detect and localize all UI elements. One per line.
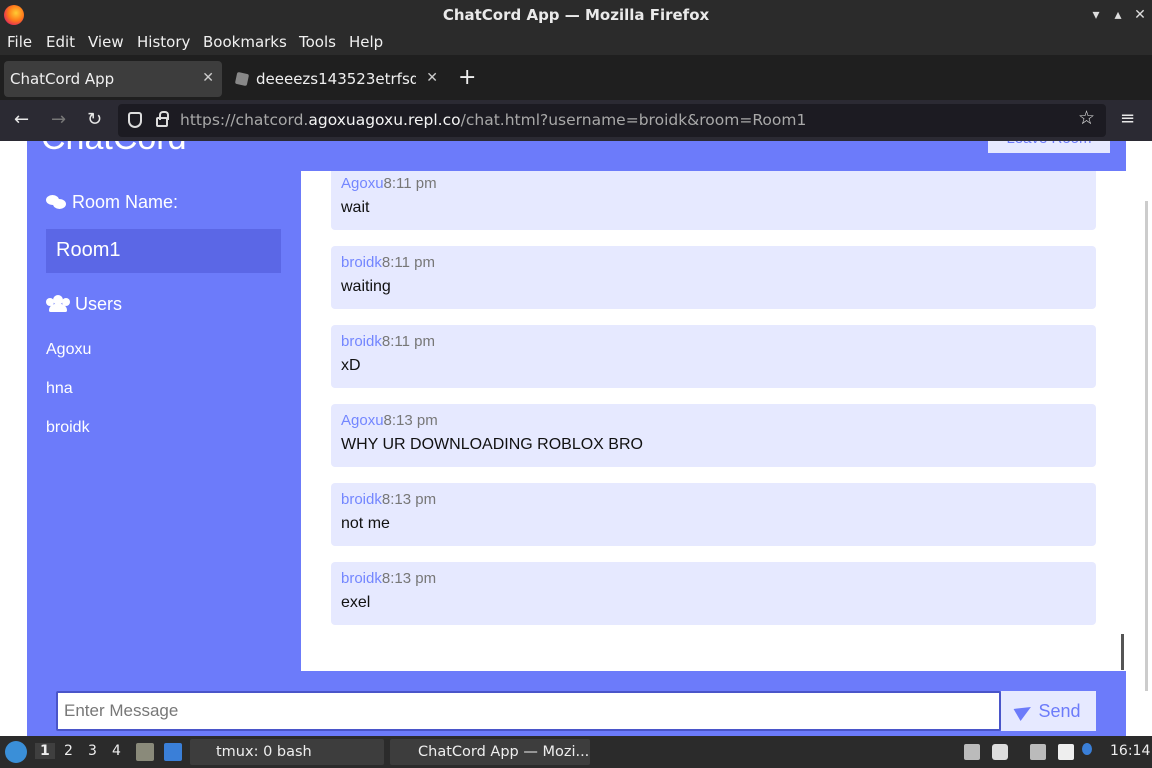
- menu-help[interactable]: Help: [349, 33, 383, 51]
- workspace-4[interactable]: 4: [112, 743, 121, 759]
- message: broidk8:13 pm exel: [331, 562, 1096, 625]
- url-text[interactable]: https://chatcord.agoxuagoxu.repl.co/chat…: [180, 111, 806, 129]
- send-button[interactable]: Send: [1001, 691, 1096, 731]
- message-text: exel: [341, 594, 371, 611]
- message-text: waiting: [341, 278, 391, 295]
- workspace-3[interactable]: 3: [88, 743, 97, 759]
- shield-icon[interactable]: [128, 112, 142, 128]
- leave-room-button[interactable]: Leave Room: [988, 141, 1110, 153]
- tab-close-icon[interactable]: ✕: [426, 70, 438, 86]
- message-meta: broidk8:13 pm: [341, 491, 437, 508]
- back-button[interactable]: ←: [14, 109, 29, 130]
- menu-edit[interactable]: Edit: [46, 33, 75, 51]
- workspace-1[interactable]: 1: [35, 743, 55, 759]
- task-tmux[interactable]: tmux: 0 bash: [190, 739, 384, 765]
- menu-history[interactable]: History: [137, 33, 190, 51]
- notification-icon[interactable]: [1082, 743, 1092, 755]
- window-titlebar: ChatCord App — Mozilla Firefox ▾ ▴ ✕: [0, 0, 1152, 30]
- message-meta: broidk8:11 pm: [341, 333, 435, 350]
- desktop-icon[interactable]: [164, 743, 182, 761]
- users-heading: Users: [46, 294, 122, 315]
- message-text: WHY UR DOWNLOADING ROBLOX BRO: [341, 436, 643, 453]
- forward-button[interactable]: →: [51, 109, 66, 130]
- chat-sidebar: Room Name: Room1 Users Agoxu hna broidk: [27, 171, 301, 671]
- menu-view[interactable]: View: [88, 33, 124, 51]
- message-form: Enter Message Send: [27, 671, 1126, 736]
- tab-close-icon[interactable]: ✕: [202, 70, 214, 86]
- navigation-bar: ← → ↻ https://chatcord.agoxuagoxu.repl.c…: [0, 100, 1152, 141]
- reload-button[interactable]: ↻: [87, 109, 102, 130]
- message-text: wait: [341, 199, 370, 216]
- menu-tools[interactable]: Tools: [299, 33, 336, 51]
- page-scrollbar[interactable]: [1145, 201, 1148, 691]
- message-meta: broidk8:11 pm: [341, 254, 435, 271]
- chat-container: ChatCord Leave Room Room Name: Room1 Use…: [27, 141, 1126, 736]
- message-meta: Agoxu8:13 pm: [341, 412, 438, 429]
- message-text: xD: [341, 357, 361, 374]
- user-item: broidk: [46, 419, 90, 436]
- minimize-icon[interactable]: ▾: [1086, 4, 1106, 26]
- menu-bar: File Edit View History Bookmarks Tools H…: [0, 30, 1152, 55]
- user-item: Agoxu: [46, 341, 92, 358]
- comments-icon: [46, 195, 66, 209]
- tab-chatcord[interactable]: ChatCord App ✕: [4, 61, 222, 97]
- roblox-favicon-icon: [234, 71, 250, 87]
- user-item: hna: [46, 380, 73, 397]
- message: Agoxu8:11 pm wait: [331, 171, 1096, 230]
- network-icon[interactable]: [1030, 744, 1046, 760]
- bookmark-star-icon[interactable]: ☆: [1078, 107, 1095, 129]
- tab-bar: ChatCord App ✕ deeeezs143523etrfsd ✕ +: [0, 55, 1152, 100]
- volume-icon[interactable]: [992, 744, 1008, 760]
- tab-label: ChatCord App: [10, 70, 115, 88]
- lock-icon[interactable]: [156, 111, 169, 127]
- new-tab-button[interactable]: +: [458, 65, 476, 90]
- message-meta: broidk8:13 pm: [341, 570, 437, 587]
- menu-bookmarks[interactable]: Bookmarks: [203, 33, 287, 51]
- workspace-2[interactable]: 2: [64, 743, 73, 759]
- room-name: Room1: [56, 239, 121, 261]
- messages-scrollbar[interactable]: [1121, 634, 1124, 670]
- message-input[interactable]: Enter Message: [56, 691, 1001, 731]
- tray-up-icon[interactable]: [964, 744, 980, 760]
- room-name-box: Room1: [46, 229, 281, 273]
- app-menu-icon[interactable]: ≡: [1120, 108, 1135, 129]
- paper-plane-icon: [1014, 700, 1035, 722]
- tab-label: deeeezs143523etrfsd: [256, 70, 416, 88]
- menu-file[interactable]: File: [7, 33, 32, 51]
- message: broidk8:11 pm waiting: [331, 246, 1096, 309]
- message: broidk8:13 pm not me: [331, 483, 1096, 546]
- clock: 16:14: [1110, 743, 1151, 759]
- maximize-icon[interactable]: ▴: [1108, 4, 1128, 26]
- message-meta: Agoxu8:11 pm: [341, 175, 437, 192]
- start-menu-icon[interactable]: [5, 741, 27, 763]
- users-icon: [46, 295, 70, 312]
- file-manager-icon[interactable]: [136, 743, 154, 761]
- tab-roblox[interactable]: deeeezs143523etrfsd ✕: [226, 61, 446, 97]
- app-logo: ChatCord: [41, 141, 187, 158]
- chat-header: ChatCord Leave Room: [27, 141, 1126, 171]
- chat-messages: Agoxu8:11 pm wait broidk8:11 pm waiting …: [301, 171, 1126, 671]
- page-viewport: ChatCord Leave Room Room Name: Room1 Use…: [0, 141, 1152, 736]
- message: Agoxu8:13 pm WHY UR DOWNLOADING ROBLOX B…: [331, 404, 1096, 467]
- message: broidk8:11 pm xD: [331, 325, 1096, 388]
- window-title: ChatCord App — Mozilla Firefox: [442, 6, 710, 24]
- message-text: not me: [341, 515, 390, 532]
- taskbar: 1 2 3 4 tmux: 0 bash ChatCord App — Mozi…: [0, 736, 1152, 768]
- clipboard-icon[interactable]: [1058, 744, 1074, 760]
- room-heading: Room Name:: [46, 192, 178, 213]
- task-firefox[interactable]: ChatCord App — Mozi...: [390, 739, 590, 765]
- url-bar[interactable]: https://chatcord.agoxuagoxu.repl.co/chat…: [118, 104, 1106, 137]
- close-icon[interactable]: ✕: [1130, 4, 1150, 26]
